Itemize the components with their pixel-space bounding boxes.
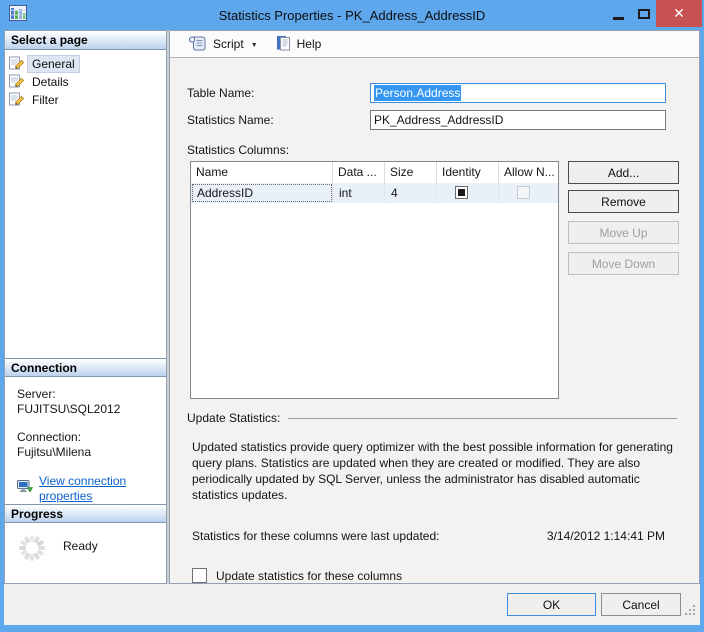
resize-grip-icon[interactable] — [684, 604, 697, 622]
cell-identity — [437, 183, 499, 203]
statistics-name-input[interactable]: PK_Address_AddressID — [370, 110, 666, 130]
update-statistics-description: Updated statistics provide query optimiz… — [192, 440, 674, 504]
maximize-button[interactable] — [631, 0, 656, 27]
statistics-name-value: PK_Address_AddressID — [374, 113, 503, 127]
grid-header-row: Name Data ... Size Identity Allow N... — [191, 162, 558, 183]
footer: OK Cancel — [4, 584, 700, 625]
maximize-icon — [638, 9, 650, 19]
progress-header: Progress — [5, 504, 166, 523]
close-icon: ✕ — [673, 5, 685, 22]
document-help-icon — [276, 35, 291, 54]
general-page-content: Table Name: Person.Address Statistics Na… — [170, 58, 699, 583]
sidebar-item-label: General — [28, 56, 79, 72]
view-connection-properties-link[interactable]: View connection properties — [39, 474, 158, 504]
select-a-page-header: Select a page — [5, 31, 166, 50]
script-label: Script — [213, 37, 244, 51]
close-button[interactable]: ✕ — [656, 0, 702, 27]
grid-column-header-size[interactable]: Size — [385, 162, 437, 183]
move-up-button[interactable]: Move Up — [568, 221, 679, 244]
window-title: Statistics Properties - PK_Address_Addre… — [0, 8, 704, 23]
checked-mark-icon — [458, 189, 465, 196]
chevron-down-icon: ▼ — [251, 42, 258, 49]
update-statistics-checkbox[interactable] — [192, 568, 207, 583]
grid-column-header-identity[interactable]: Identity — [437, 162, 499, 183]
table-row[interactable]: AddressID int 4 — [191, 183, 558, 203]
app-icon — [9, 5, 27, 26]
table-name-label: Table Name: — [187, 86, 370, 100]
property-page-icon — [9, 92, 24, 109]
last-updated-value: 3/14/2012 1:14:41 PM — [547, 529, 665, 543]
sidebar-item-details[interactable]: Details — [9, 73, 166, 91]
progress-status: Ready — [63, 539, 98, 568]
help-button[interactable]: Help — [271, 33, 327, 56]
script-button[interactable]: Script ▼ — [183, 33, 263, 56]
server-value: FUJITSU\SQL2012 — [17, 402, 158, 417]
grid-column-header-data-type[interactable]: Data ... — [333, 162, 385, 183]
table-name-input[interactable]: Person.Address — [370, 83, 666, 103]
cell-name: AddressID — [191, 183, 333, 203]
cell-size: 4 — [385, 183, 437, 203]
scroll-icon — [188, 35, 207, 54]
sidebar-item-label: Details — [28, 74, 73, 90]
divider — [288, 418, 677, 419]
statistics-columns-grid: Name Data ... Size Identity Allow N... A… — [190, 161, 559, 399]
cell-allow-nulls — [499, 183, 558, 203]
add-button[interactable]: Add... — [568, 161, 679, 184]
statistics-properties-dialog: Statistics Properties - PK_Address_Addre… — [0, 0, 704, 632]
main-panel: Script ▼ Help Ta — [169, 30, 700, 584]
move-down-button[interactable]: Move Down — [568, 252, 679, 275]
connection-label: Connection: — [17, 430, 158, 445]
cell-data-type: int — [333, 183, 385, 203]
connection-value: Fujitsu\Milena — [17, 445, 158, 460]
update-statistics-label: Update Statistics: — [187, 411, 280, 425]
statistics-name-label: Statistics Name: — [187, 113, 370, 127]
sidebar: Select a page — [4, 30, 167, 584]
minimize-button[interactable] — [606, 0, 631, 27]
grid-column-header-name[interactable]: Name — [191, 162, 333, 183]
sidebar-item-filter[interactable]: Filter — [9, 91, 166, 109]
server-label: Server: — [17, 387, 158, 402]
sidebar-item-general[interactable]: General — [9, 55, 166, 73]
toolbar: Script ▼ Help — [170, 31, 699, 58]
remove-button[interactable]: Remove — [568, 190, 679, 213]
statistics-columns-label: Statistics Columns: — [187, 143, 679, 157]
minimize-icon — [613, 17, 624, 20]
property-page-icon — [9, 74, 24, 91]
table-name-value: Person.Address — [374, 85, 461, 101]
update-statistics-checkbox-label: Update statistics for these columns — [216, 569, 402, 583]
property-page-icon — [9, 56, 24, 73]
computer-connection-icon — [17, 480, 33, 498]
allow-nulls-checkbox[interactable] — [517, 186, 530, 199]
spinner-icon — [17, 533, 47, 568]
identity-checkbox[interactable] — [455, 186, 468, 199]
ok-button[interactable]: OK — [507, 593, 596, 616]
help-label: Help — [297, 37, 322, 51]
last-updated-label: Statistics for these columns were last u… — [192, 529, 439, 543]
connection-header: Connection — [5, 358, 166, 377]
grid-column-header-allow-nulls[interactable]: Allow N... — [499, 162, 558, 183]
titlebar[interactable]: Statistics Properties - PK_Address_Addre… — [0, 0, 704, 30]
cancel-button[interactable]: Cancel — [601, 593, 681, 616]
sidebar-item-label: Filter — [28, 92, 63, 108]
